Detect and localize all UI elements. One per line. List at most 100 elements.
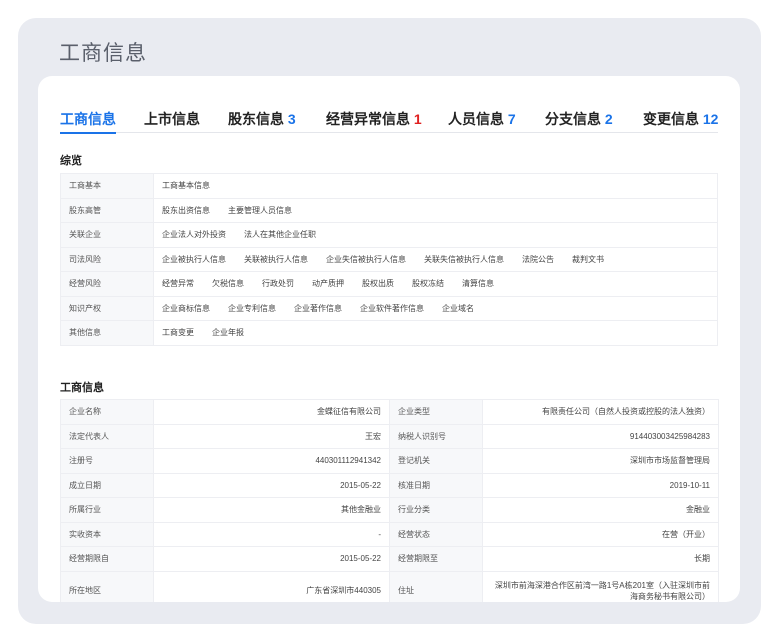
- field-label: 登记机关: [389, 448, 483, 474]
- overview-link[interactable]: 企业法人对外投资: [162, 229, 226, 240]
- overview-row: 股东高管 股东出资信息 主要管理人员信息: [60, 197, 718, 223]
- field-value: 有限责任公司（自然人投资或控股的法人独资）: [482, 399, 719, 425]
- overview-row: 关联企业 企业法人对外投资 法人在其他企业任职: [60, 222, 718, 248]
- tab-count: 12: [702, 111, 719, 127]
- overview-row: 经营风险 经营异常 欠税信息 行政处罚 动产质押 股权出质 股权冻结 清算信息: [60, 271, 718, 297]
- field-label: 企业类型: [389, 399, 483, 425]
- field-label: 核准日期: [389, 472, 483, 498]
- tab-change-info[interactable]: 变更信息 12: [643, 109, 718, 133]
- tab-count: 7: [507, 111, 516, 127]
- overview-link[interactable]: 企业域名: [442, 303, 474, 314]
- overview-link[interactable]: 企业软件著作信息: [360, 303, 424, 314]
- field-value: 深圳市前海深港合作区前湾一路1号A栋201室（入驻深圳市前海商务秘书有限公司）: [482, 570, 719, 602]
- field-label: 企业名称: [60, 399, 154, 425]
- overview-link[interactable]: 法院公告: [522, 254, 554, 265]
- overview-link[interactable]: 股权出质: [362, 278, 394, 289]
- field-value: 2019-10-11: [482, 472, 719, 498]
- field-value: 2015-05-22: [153, 546, 390, 572]
- tab-bar: 工商信息 上市信息 股东信息 3 经营异常信息 1 人员信息 7 分支信息 2 …: [60, 109, 718, 134]
- field-label: 所属行业: [60, 497, 154, 523]
- overview-link[interactable]: 经营异常: [162, 278, 194, 289]
- field-label: 实收资本: [60, 521, 154, 547]
- overview-link[interactable]: 法人在其他企业任职: [244, 229, 316, 240]
- overview-link[interactable]: 工商基本信息: [162, 180, 210, 191]
- field-value: 金融业: [482, 497, 719, 523]
- field-label: 成立日期: [60, 472, 154, 498]
- business-info-row: 所属行业 其他金融业 行业分类 金融业: [60, 497, 719, 523]
- overview-links: 工商变更 企业年报: [153, 320, 718, 346]
- overview-link[interactable]: 股东出资信息: [162, 205, 210, 216]
- overview-key: 知识产权: [60, 295, 154, 321]
- field-value: 914403003425984283: [482, 423, 719, 449]
- field-value: 广东省深圳市440305: [153, 570, 390, 602]
- overview-link[interactable]: 行政处罚: [262, 278, 294, 289]
- overview-link[interactable]: 裁判文书: [572, 254, 604, 265]
- overview-link[interactable]: 关联被执行人信息: [244, 254, 308, 265]
- tab-branch-info[interactable]: 分支信息 2: [545, 109, 613, 133]
- overview-link[interactable]: 企业被执行人信息: [162, 254, 226, 265]
- overview-link[interactable]: 企业商标信息: [162, 303, 210, 314]
- tab-personnel-info[interactable]: 人员信息 7: [448, 109, 516, 133]
- field-label: 经营状态: [389, 521, 483, 547]
- overview-link[interactable]: 企业著作信息: [294, 303, 342, 314]
- overview-links: 企业被执行人信息 关联被执行人信息 企业失信被执行人信息 关联失信被执行人信息 法院公告…: [153, 246, 718, 272]
- overview-table: 工商基本 工商基本信息 股东高管 股东出资信息 主要管理人员信息 关联企业 企业法人对外投资…: [60, 173, 718, 346]
- field-value: 长期: [482, 546, 719, 572]
- business-info-row: 经营期限自 2015-05-22 经营期限至 长期: [60, 546, 719, 572]
- field-label: 行业分类: [389, 497, 483, 523]
- overview-row: 工商基本 工商基本信息: [60, 173, 718, 199]
- overview-link[interactable]: 欠税信息: [212, 278, 244, 289]
- overview-links: 企业商标信息 企业专利信息 企业著作信息 企业软件著作信息 企业域名: [153, 295, 718, 321]
- overview-link[interactable]: 关联失信被执行人信息: [424, 254, 504, 265]
- tab-abnormal-operation[interactable]: 经营异常信息 1: [326, 109, 422, 133]
- business-info-row: 成立日期 2015-05-22 核准日期 2019-10-11: [60, 472, 719, 498]
- overview-link[interactable]: 股权冻结: [412, 278, 444, 289]
- tab-count: 3: [287, 111, 296, 127]
- overview-link[interactable]: 企业失信被执行人信息: [326, 254, 406, 265]
- field-label: 注册号: [60, 448, 154, 474]
- overview-key: 关联企业: [60, 222, 154, 248]
- tab-shareholder-info[interactable]: 股东信息 3: [228, 109, 296, 133]
- business-info-row: 企业名称 金蝶征信有限公司 企业类型 有限责任公司（自然人投资或控股的法人独资）: [60, 399, 719, 425]
- overview-link[interactable]: 动产质押: [312, 278, 344, 289]
- tab-count: 1: [413, 111, 422, 127]
- overview-key: 其他信息: [60, 320, 154, 346]
- overview-link[interactable]: 工商变更: [162, 327, 194, 338]
- field-label: 经营期限至: [389, 546, 483, 572]
- field-label: 住址: [389, 570, 483, 602]
- field-value: -: [153, 521, 390, 547]
- overview-key: 工商基本: [60, 173, 154, 199]
- tab-listing-info[interactable]: 上市信息: [144, 109, 200, 133]
- content-card: 工商信息 上市信息 股东信息 3 经营异常信息 1 人员信息 7 分支信息 2 …: [38, 76, 740, 602]
- field-value: 在营（开业）: [482, 521, 719, 547]
- overview-link[interactable]: 清算信息: [462, 278, 494, 289]
- overview-links: 工商基本信息: [153, 173, 718, 199]
- field-label: 所在地区: [60, 570, 154, 602]
- field-label: 法定代表人: [60, 423, 154, 449]
- overview-title: 综览: [60, 155, 82, 167]
- business-info-row: 所在地区 广东省深圳市440305 住址 深圳市前海深港合作区前湾一路1号A栋201室…: [60, 570, 719, 602]
- business-info-table: 企业名称 金蝶征信有限公司 企业类型 有限责任公司（自然人投资或控股的法人独资） 法定代…: [60, 399, 719, 602]
- overview-links: 企业法人对外投资 法人在其他企业任职: [153, 222, 718, 248]
- overview-links: 经营异常 欠税信息 行政处罚 动产质押 股权出质 股权冻结 清算信息: [153, 271, 718, 297]
- overview-key: 司法风险: [60, 246, 154, 272]
- field-value: 2015-05-22: [153, 472, 390, 498]
- overview-row: 其他信息 工商变更 企业年报: [60, 320, 718, 346]
- field-label: 纳税人识别号: [389, 423, 483, 449]
- overview-link[interactable]: 企业专利信息: [228, 303, 276, 314]
- business-info-row: 实收资本 - 经营状态 在营（开业）: [60, 521, 719, 547]
- field-value: 深圳市市场监督管理局: [482, 448, 719, 474]
- business-info-row: 法定代表人 王宏 纳税人识别号 914403003425984283: [60, 423, 719, 449]
- overview-link[interactable]: 主要管理人员信息: [228, 205, 292, 216]
- business-info-row: 注册号 440301112941342 登记机关 深圳市市场监督管理局: [60, 448, 719, 474]
- tab-business-info[interactable]: 工商信息: [60, 109, 116, 134]
- field-label: 经营期限自: [60, 546, 154, 572]
- field-value: 其他金融业: [153, 497, 390, 523]
- overview-link[interactable]: 企业年报: [212, 327, 244, 338]
- tab-count: 2: [604, 111, 613, 127]
- field-value: 金蝶征信有限公司: [153, 399, 390, 425]
- field-value: 王宏: [153, 423, 390, 449]
- page-title: 工商信息: [59, 42, 147, 65]
- overview-row: 知识产权 企业商标信息 企业专利信息 企业著作信息 企业软件著作信息 企业域名: [60, 295, 718, 321]
- overview-links: 股东出资信息 主要管理人员信息: [153, 197, 718, 223]
